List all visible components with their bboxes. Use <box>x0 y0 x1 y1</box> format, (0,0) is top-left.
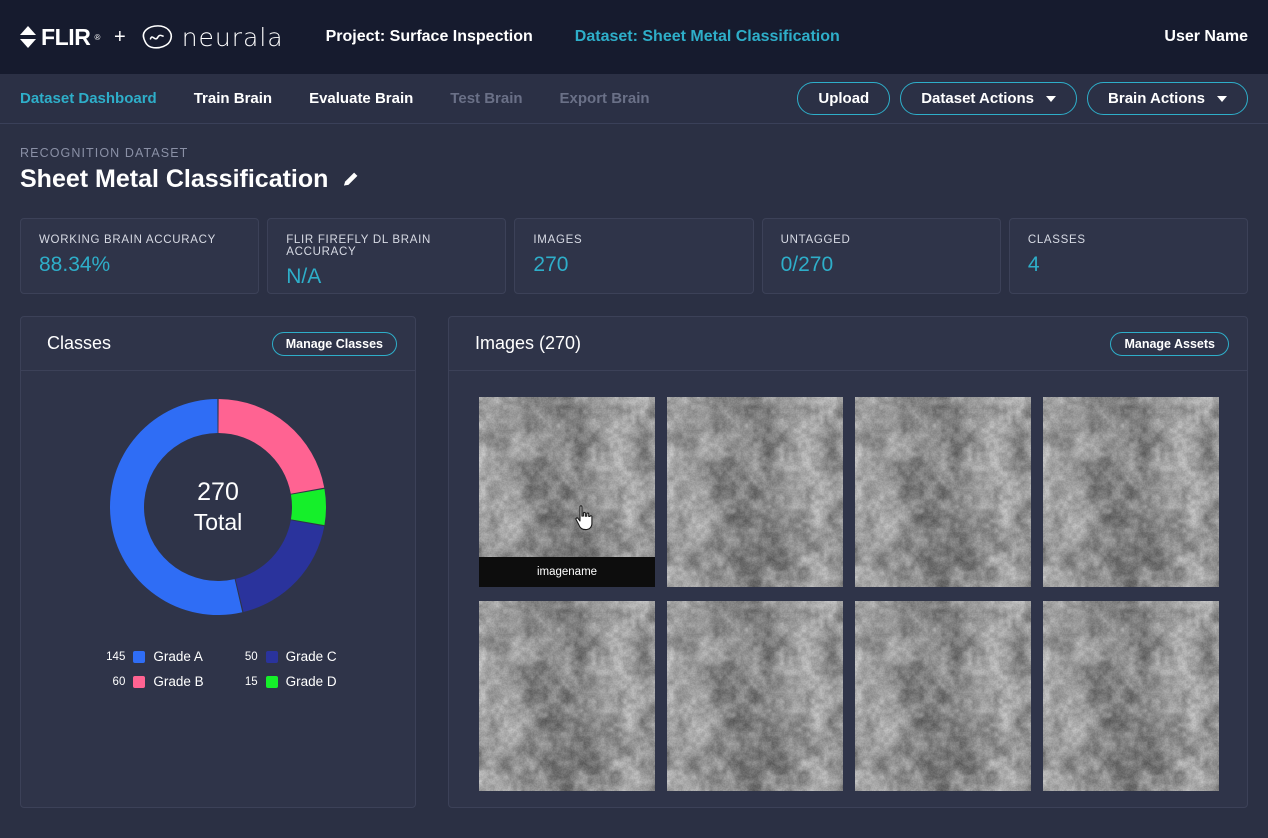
stat-value: 270 <box>533 253 569 276</box>
image-thumbnail-grid: imagename <box>479 397 1247 791</box>
chevron-down-icon <box>1217 95 1227 102</box>
page-title-row: Sheet Metal Classification <box>20 165 1248 194</box>
stat-card-working-brain-accuracy: WORKING BRAIN ACCURACY 88.34% <box>20 218 260 294</box>
images-panel: Images (270) Manage Assets imagename <box>448 316 1248 808</box>
image-thumbnail[interactable] <box>479 601 655 791</box>
classes-panel: Classes Manage Classes 270 Total 145 Gra… <box>20 316 416 808</box>
thumbnail-image <box>667 397 843 587</box>
brain-actions-button[interactable]: Brain Actions <box>1087 82 1248 115</box>
legend-count: 15 <box>244 675 258 688</box>
plus-icon: + <box>114 25 126 48</box>
thumbnail-image <box>667 601 843 791</box>
classes-panel-body: 270 Total 145 Grade A 50 Grade C 60 Grad… <box>21 371 415 807</box>
donut-svg <box>110 399 326 615</box>
edit-pencil-icon[interactable] <box>341 170 360 189</box>
stat-label: FLIR FIREFLY DL BRAIN ACCURACY <box>286 234 432 258</box>
stat-card-images: IMAGES 270 <box>514 218 754 294</box>
classes-panel-title: Classes <box>47 333 112 353</box>
image-thumbnail[interactable] <box>855 601 1031 791</box>
thumbnail-image <box>1043 397 1219 587</box>
image-thumbnail[interactable] <box>667 397 843 587</box>
image-thumbnail[interactable] <box>1043 397 1219 587</box>
dataset-type-eyebrow: RECOGNITION DATASET <box>20 146 189 160</box>
stat-value: 4 <box>1027 253 1040 276</box>
thumbnail-image <box>479 601 655 791</box>
images-panel-title: Images (270) <box>475 333 582 353</box>
classes-donut-chart: 270 Total <box>104 393 332 621</box>
stat-label: WORKING BRAIN ACCURACY <box>39 234 217 246</box>
thumbnail-image <box>855 397 1031 587</box>
nav-item-test-brain: Test Brain <box>450 90 523 107</box>
flir-logo: FLIR ® <box>20 24 100 51</box>
legend-item-grade-c[interactable]: 50 Grade C <box>232 649 337 664</box>
legend-label: Grade D <box>285 674 337 689</box>
stat-label: CLASSES <box>1027 234 1086 246</box>
legend-count: 60 <box>112 675 126 688</box>
dataset-label[interactable]: Dataset: Sheet Metal Classification <box>575 28 840 46</box>
neurala-logo: neurala <box>140 23 284 52</box>
dataset-actions-button[interactable]: Dataset Actions <box>900 82 1078 115</box>
manage-classes-button[interactable]: Manage Classes <box>271 331 397 356</box>
manage-assets-button[interactable]: Manage Assets <box>1110 331 1229 356</box>
flir-wordmark: FLIR <box>41 23 91 50</box>
stat-card-classes: CLASSES 4 <box>1008 218 1249 294</box>
stat-card-flir-firefly-dl-brain-accuracy: FLIR FIREFLY DL BRAIN ACCURACY N/A <box>267 218 507 294</box>
legend-swatch-grade-c <box>265 650 278 663</box>
nav-item-export-brain: Export Brain <box>559 90 650 107</box>
stat-value: N/A <box>286 265 322 288</box>
legend-swatch-grade-a <box>133 650 146 663</box>
thumbnail-image <box>855 601 1031 791</box>
classes-legend: 145 Grade A 50 Grade C 60 Grade B 15 Gra… <box>99 649 337 689</box>
thumbnail-image <box>1043 601 1219 791</box>
image-thumbnail[interactable] <box>1043 601 1219 791</box>
stat-value: 0/270 <box>780 253 834 276</box>
dataset-actions-label: Dataset Actions <box>921 90 1035 107</box>
donut-slice[interactable] <box>218 399 325 494</box>
legend-label: Grade A <box>153 649 203 664</box>
nav-actions: Upload Dataset Actions Brain Actions <box>797 82 1248 115</box>
image-thumbnail[interactable] <box>667 601 843 791</box>
page-title: Sheet Metal Classification <box>20 165 329 193</box>
stats-row: WORKING BRAIN ACCURACY 88.34% FLIR FIREF… <box>20 218 1249 294</box>
upload-button[interactable]: Upload <box>797 82 891 115</box>
panels-row: Classes Manage Classes 270 Total 145 Gra… <box>20 316 1248 808</box>
flir-diamond-icon <box>20 26 37 48</box>
legend-item-grade-b[interactable]: 60 Grade B <box>99 674 204 689</box>
legend-label: Grade B <box>153 674 204 689</box>
page-body: RECOGNITION DATASET Sheet Metal Classifi… <box>0 124 1268 808</box>
brain-actions-label: Brain Actions <box>1108 90 1205 107</box>
legend-item-grade-a[interactable]: 145 Grade A <box>99 649 203 664</box>
image-thumbnail[interactable] <box>855 397 1031 587</box>
nav-item-train-brain[interactable]: Train Brain <box>194 90 272 107</box>
neurala-wordmark: neurala <box>181 22 284 52</box>
nav-bar: Dataset Dashboard Train Brain Evaluate B… <box>0 74 1268 124</box>
donut-slice[interactable] <box>290 488 326 526</box>
legend-count: 145 <box>106 650 126 663</box>
neurala-mark-icon <box>142 25 172 49</box>
thumbnail-caption: imagename <box>479 557 655 587</box>
legend-count: 50 <box>244 650 258 663</box>
donut-slice[interactable] <box>235 520 325 612</box>
nav-item-dataset-dashboard[interactable]: Dataset Dashboard <box>20 90 157 107</box>
legend-swatch-grade-b <box>133 675 146 688</box>
project-label[interactable]: Project: Surface Inspection <box>326 28 533 46</box>
chevron-down-icon <box>1046 95 1057 102</box>
images-panel-body: imagename <box>449 371 1247 807</box>
stat-label: UNTAGGED <box>780 234 851 246</box>
top-header: FLIR ® + neurala Project: Surface Inspec… <box>0 0 1268 74</box>
upload-button-label: Upload <box>818 90 870 107</box>
nav-item-evaluate-brain[interactable]: Evaluate Brain <box>309 90 413 107</box>
stat-label: IMAGES <box>533 234 583 246</box>
legend-label: Grade C <box>285 649 337 664</box>
images-panel-header: Images (270) Manage Assets <box>449 317 1247 371</box>
flir-registered-icon: ® <box>94 32 101 42</box>
legend-swatch-grade-d <box>265 675 278 688</box>
stat-value: 88.34% <box>39 253 111 276</box>
classes-panel-header: Classes Manage Classes <box>21 317 415 371</box>
stat-card-untagged: UNTAGGED 0/270 <box>761 218 1001 294</box>
user-name[interactable]: User Name <box>1164 28 1248 46</box>
legend-item-grade-d[interactable]: 15 Grade D <box>232 674 337 689</box>
image-thumbnail[interactable]: imagename <box>479 397 655 587</box>
